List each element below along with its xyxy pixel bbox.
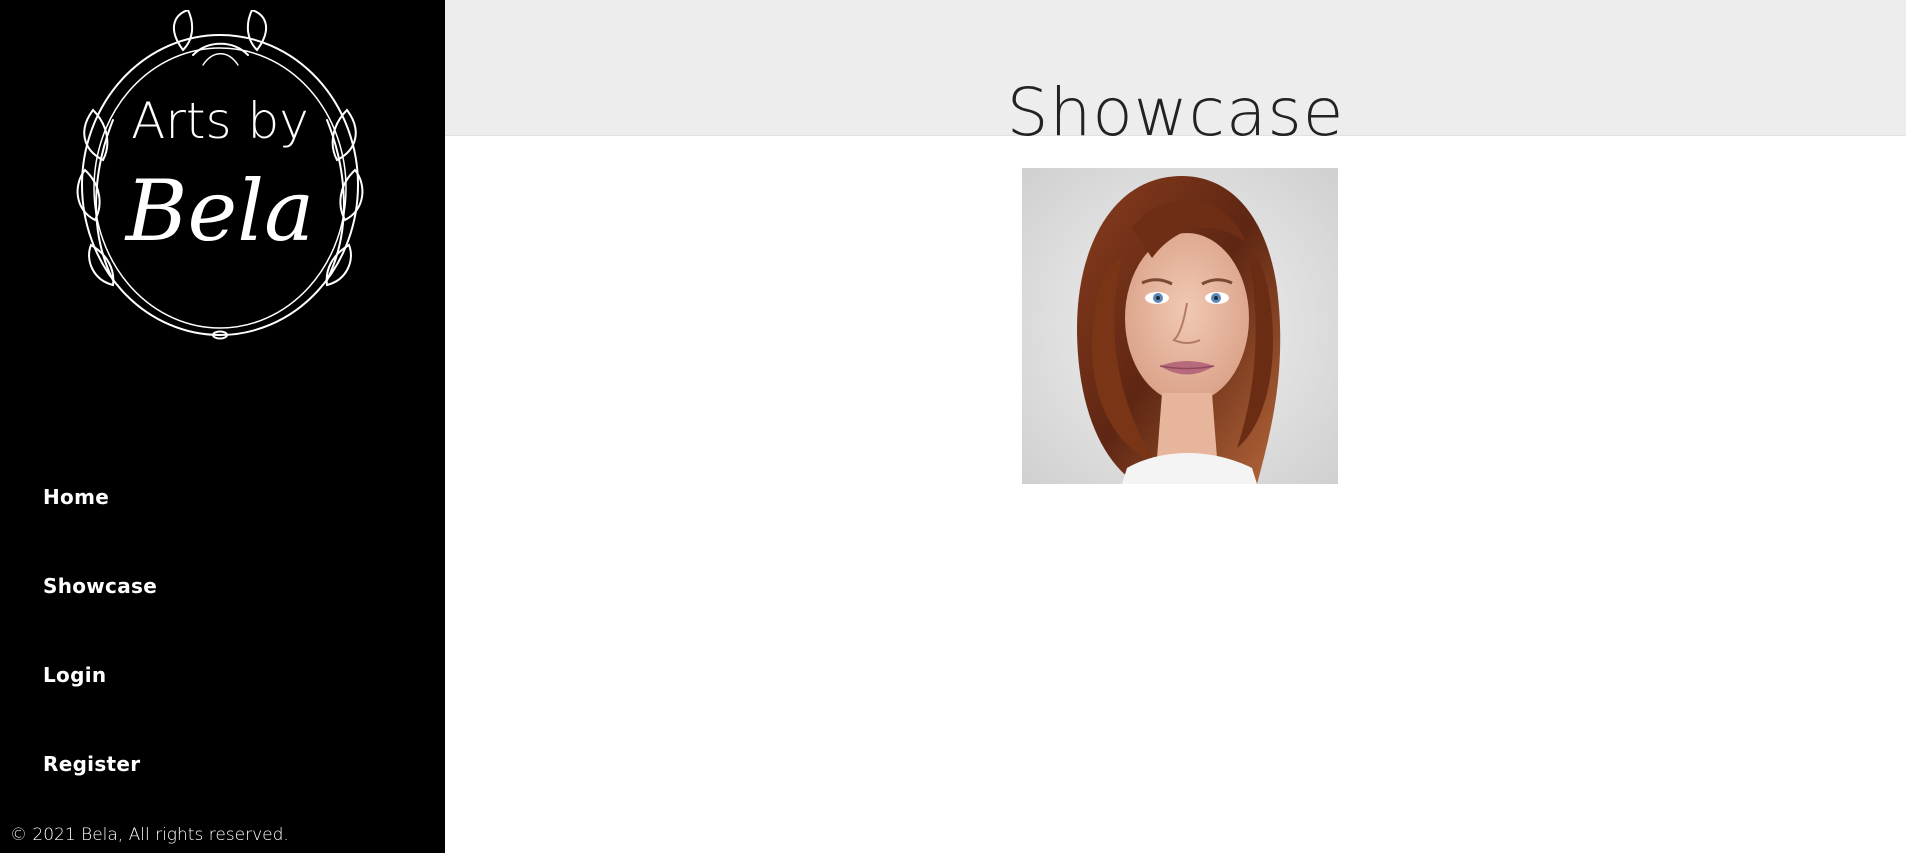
logo-text-bela: Bela (124, 162, 314, 260)
page-title: Showcase (1006, 74, 1345, 152)
nav-item-home[interactable]: Home (43, 485, 109, 509)
nav-item-register[interactable]: Register (43, 752, 140, 776)
logo-text-arts-by: Arts by (131, 92, 309, 150)
main-content: Showcase (445, 0, 1906, 853)
copyright-text: © 2021 Bela, All rights reserved. (10, 825, 289, 845)
sidebar: Arts by Bela Home Showcase Login Registe… (0, 0, 445, 853)
page-header: Showcase (445, 0, 1906, 151)
portrait-painting-image (1022, 168, 1338, 484)
gallery-item[interactable] (1022, 168, 1338, 484)
wreath-logo-icon: Arts by Bela (76, 10, 364, 340)
nav-item-login[interactable]: Login (43, 663, 106, 687)
nav-item-showcase[interactable]: Showcase (43, 574, 157, 598)
site-logo[interactable]: Arts by Bela (73, 10, 368, 340)
